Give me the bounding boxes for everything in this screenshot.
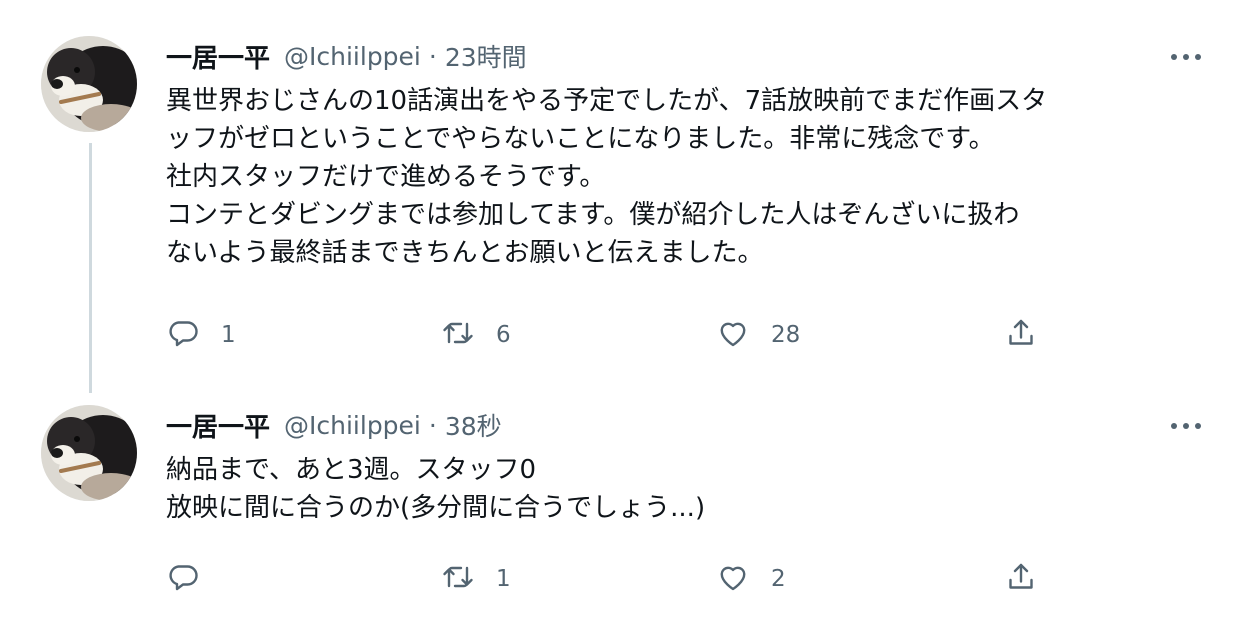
tweet-actions: 1 6 28 (0, 315, 1242, 355)
share-upload-icon (1003, 315, 1039, 355)
tweet-text: 異世界おじさんの10話演出をやる予定でしたが、7話放映前でまだ作画スタ ッフがゼ… (166, 82, 1206, 272)
share-upload-icon (1003, 559, 1039, 599)
tweet-text-line: ッフがゼロということでやらないことになりました。非常に残念です。 (166, 124, 995, 154)
tweet-text-line: 社内スタッフだけで進めるそうです。 (166, 162, 606, 192)
timestamp[interactable]: 23時間 (445, 38, 527, 74)
share-button[interactable] (1003, 559, 1039, 599)
tweet[interactable]: 一居一平 @Ichiilppei · 38秒 納品まで、あと3週。スタッフ0 放… (0, 395, 1242, 622)
more-horizontal-icon[interactable] (1166, 411, 1206, 441)
retweet-arrows-icon (440, 315, 476, 355)
reply-bubble-icon (165, 315, 201, 355)
timestamp[interactable]: 38秒 (445, 407, 502, 443)
author-handle[interactable]: @Ichiilppei (284, 411, 421, 440)
tweet-header: 一居一平 @Ichiilppei · 38秒 (166, 407, 502, 443)
reply-count: 1 (221, 322, 236, 348)
heart-icon (715, 559, 751, 599)
retweet-button[interactable]: 1 (440, 559, 511, 599)
dog-avatar-icon[interactable] (41, 405, 137, 501)
tweet-text: 納品まで、あと3週。スタッフ0 放映に間に合うのか(多分間に合うでしょう...) (166, 451, 1206, 527)
retweet-button[interactable]: 6 (440, 315, 511, 355)
like-button[interactable]: 28 (715, 315, 800, 355)
like-count: 28 (771, 322, 801, 348)
tweet-actions: 1 2 (0, 559, 1242, 599)
share-button[interactable] (1003, 315, 1039, 355)
author-name[interactable]: 一居一平 (166, 38, 270, 75)
retweet-arrows-icon (440, 559, 476, 599)
tweet-text-line: 納品まで、あと3週。スタッフ0 (166, 455, 537, 485)
more-horizontal-icon[interactable] (1166, 42, 1206, 72)
retweet-count: 6 (496, 322, 511, 348)
author-handle[interactable]: @Ichiilppei (284, 42, 421, 71)
separator-dot: · (428, 410, 437, 440)
like-count: 2 (771, 566, 786, 592)
reply-button[interactable] (165, 559, 201, 599)
tweet[interactable]: 一居一平 @Ichiilppei · 23時間 異世界おじさんの10話演出をやる… (0, 0, 1242, 395)
retweet-count: 1 (496, 566, 511, 592)
separator-dot: · (428, 41, 437, 71)
reply-button[interactable]: 1 (165, 315, 236, 355)
tweet-text-line: 異世界おじさんの10話演出をやる予定でしたが、7話放映前でまだ作画スタ (166, 86, 1048, 116)
dog-avatar-icon[interactable] (41, 36, 137, 132)
tweet-text-line: 放映に間に合うのか(多分間に合うでしょう...) (166, 493, 706, 523)
tweet-text-line: ないよう最終話まできちんとお願いと伝えました。 (166, 238, 764, 268)
author-name[interactable]: 一居一平 (166, 407, 270, 444)
tweet-text-line: コンテとダビングまでは参加してます。僕が紹介した人はぞんざいに扱わ (166, 200, 1020, 230)
tweet-header: 一居一平 @Ichiilppei · 23時間 (166, 38, 527, 74)
tweet-thread: 一居一平 @Ichiilppei · 23時間 異世界おじさんの10話演出をやる… (0, 0, 1242, 622)
reply-bubble-icon (165, 559, 201, 599)
heart-icon (715, 315, 751, 355)
like-button[interactable]: 2 (715, 559, 786, 599)
